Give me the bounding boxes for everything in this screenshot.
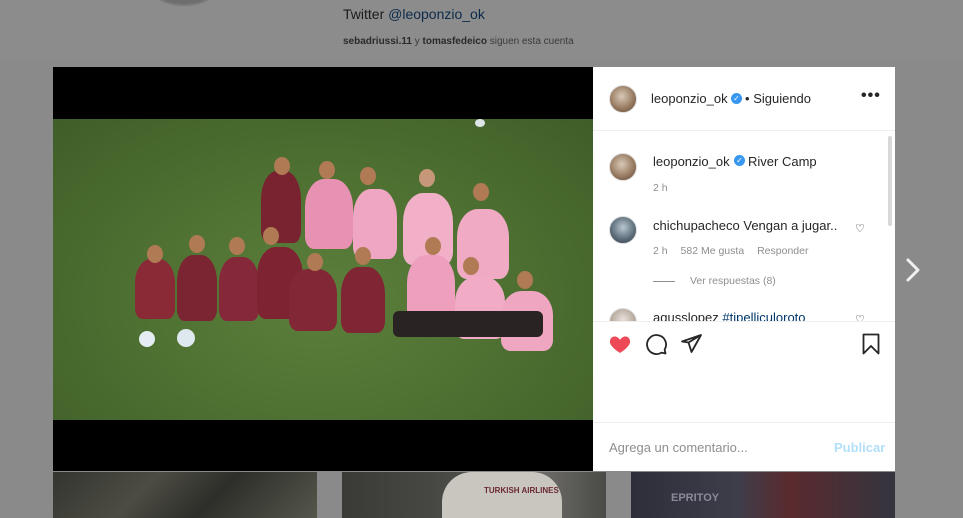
photo-player-head xyxy=(355,247,371,265)
next-post-chevron-icon[interactable] xyxy=(903,257,923,283)
photo-player-head xyxy=(360,167,376,185)
caption: leoponzio_ok xyxy=(653,154,730,169)
comment-username[interactable]: chichupacheco xyxy=(653,218,740,233)
comment-like-heart-icon[interactable]: ♡ xyxy=(855,223,867,235)
photo-ball xyxy=(139,331,155,347)
caption-time: 2 h xyxy=(653,182,668,194)
reply-button[interactable]: Responder xyxy=(757,245,808,257)
post-header: leoponzio_ok ✓ • Siguiendo ••• xyxy=(593,67,895,131)
verified-badge-icon: ✓ xyxy=(734,155,745,166)
add-comment-input[interactable] xyxy=(609,440,809,455)
comment-hashtag-link[interactable]: #tipelliculoroto xyxy=(722,310,805,321)
post-media[interactable] xyxy=(53,67,593,471)
follower-username-2[interactable]: tomasfedeico xyxy=(423,36,487,47)
photo-player xyxy=(177,255,217,321)
comment-body: chichupacheco Vengan a jugar.. xyxy=(653,218,837,233)
commenter-avatar[interactable] xyxy=(609,216,637,244)
photo-player-head xyxy=(419,169,435,187)
grid-thumbnail-1[interactable] xyxy=(53,472,317,518)
add-comment-bar: Publicar xyxy=(593,422,895,471)
photo-shorts xyxy=(393,311,543,337)
caption-username[interactable]: leoponzio_ok xyxy=(653,154,730,169)
post-author-avatar[interactable] xyxy=(609,85,637,113)
bio-twitter-handle-link[interactable]: @leoponzio_ok xyxy=(388,6,485,22)
caption-text: River Camp xyxy=(748,154,817,169)
followers-suffix: siguen esta cuenta xyxy=(489,36,574,47)
replies-divider xyxy=(653,281,675,282)
photo-player xyxy=(289,269,337,331)
comment-username[interactable]: agusslopez xyxy=(653,310,719,321)
profile-avatar[interactable] xyxy=(148,0,220,6)
photo-player-head xyxy=(147,245,163,263)
follow-status[interactable]: • Siguiendo xyxy=(745,91,811,106)
followed-by-text: sebadriussi.11 y tomasfedeico siguen est… xyxy=(343,36,574,47)
photo-player xyxy=(305,179,353,249)
photo-player-head xyxy=(463,257,479,275)
comment-bubble-icon[interactable] xyxy=(644,332,668,356)
comment-meta: 2 h 582 Me gusta Responder xyxy=(653,245,818,257)
photo-player-head xyxy=(319,161,335,179)
photo-player-head xyxy=(189,235,205,253)
thumbnail-jersey xyxy=(442,472,562,518)
caption-author-avatar[interactable] xyxy=(609,153,637,181)
comment-like-heart-icon[interactable]: ♡ xyxy=(855,314,867,321)
post-sidebar: leoponzio_ok ✓ • Siguiendo ••• leoponzio… xyxy=(593,67,895,471)
photo-player xyxy=(135,259,175,319)
photo-player-head xyxy=(274,157,290,175)
photo-player-head xyxy=(425,237,441,255)
comment-likes-count[interactable]: 582 Me gusta xyxy=(681,245,745,257)
publish-button[interactable]: Publicar xyxy=(834,440,885,455)
post-actions xyxy=(593,321,895,365)
save-bookmark-icon[interactable] xyxy=(859,332,883,356)
header-separator: • xyxy=(745,91,750,106)
bio-twitter-prefix: Twitter xyxy=(343,6,385,22)
thumbnail-banner-text: EPRITOY xyxy=(671,492,720,504)
more-options-icon[interactable]: ••• xyxy=(861,87,881,105)
following-button[interactable]: Siguiendo xyxy=(753,91,811,106)
photo-ball xyxy=(475,119,485,127)
post-author-username[interactable]: leoponzio_ok xyxy=(651,91,728,106)
comments-scrollbar[interactable] xyxy=(888,136,892,226)
photo-player-head xyxy=(229,237,245,255)
photo-player-head xyxy=(263,227,279,245)
view-replies-button[interactable]: Ver respuestas (8) xyxy=(690,275,776,287)
photo-ball xyxy=(177,329,195,347)
profile-bio-twitter: Twitter @leoponzio_ok xyxy=(343,6,485,22)
thumbnail-jersey-text: TURKISH AIRLINES xyxy=(484,486,559,495)
profile-header-background: Twitter @leoponzio_ok sebadriussi.11 y t… xyxy=(0,0,963,60)
share-direct-icon[interactable] xyxy=(679,332,703,356)
photo-player-head xyxy=(473,183,489,201)
comment-text: Vengan a jugar.. xyxy=(743,218,838,233)
followers-joiner: y xyxy=(414,36,420,47)
commenter-avatar[interactable] xyxy=(609,308,637,321)
photo-player xyxy=(219,257,259,321)
follower-username-1[interactable]: sebadriussi.11 xyxy=(343,36,412,47)
photo-player-head xyxy=(517,271,533,289)
photo-player-head xyxy=(307,253,323,271)
comment-time: 2 h xyxy=(653,245,668,257)
post-photo xyxy=(53,119,593,420)
photo-player xyxy=(341,267,385,333)
comment-body: agusslopez #tipelliculoroto xyxy=(653,310,806,321)
comments-list[interactable]: leoponzio_ok ✓ River Camp 2 h chichupach… xyxy=(593,132,895,321)
grid-thumbnail-2[interactable]: TURKISH AIRLINES xyxy=(342,472,606,518)
grid-thumbnail-3[interactable]: EPRITOY xyxy=(631,472,895,518)
like-heart-icon[interactable] xyxy=(608,332,632,356)
verified-badge-icon: ✓ xyxy=(731,93,742,104)
